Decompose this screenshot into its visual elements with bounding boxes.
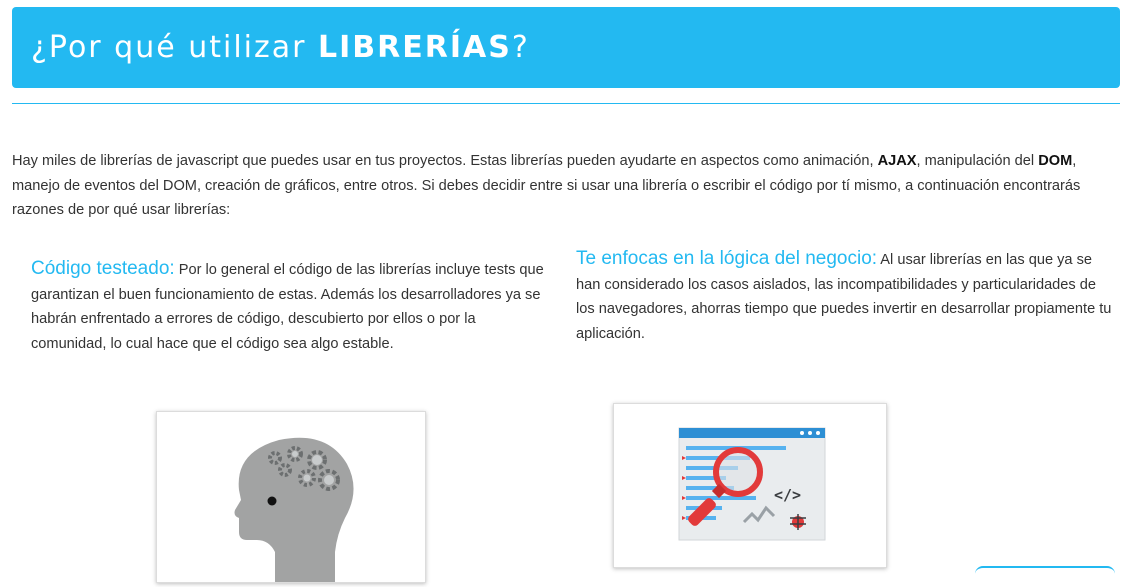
code-tag-label: </> [774,486,801,504]
intro-dom: DOM [1038,153,1073,169]
scroll-top-button-edge[interactable] [975,566,1115,578]
title-bold: LIBRERÍAS [318,30,512,65]
reason-title-business: Te enfocas en la lógica del negocio: [576,248,878,269]
head-gears-icon [234,437,354,582]
title-suffix: ? [511,30,530,65]
intro-text-1: Hay miles de librerías de javascript que… [12,153,878,169]
illustration-card-code: </> [613,403,887,568]
intro-ajax: AJAX [877,153,917,169]
intro-text-2: , manipulación del [916,153,1039,169]
page-title: ¿Por qué utilizar LIBRERÍAS? [31,30,530,65]
header-banner: ¿Por qué utilizar LIBRERÍAS? [12,7,1120,88]
illustration-card-head [156,411,426,583]
code-magnifier-icon: </> [678,427,826,541]
reason-business-logic: Te enfocas en la lógica del negocio: Al … [576,247,1116,346]
reason-title-tested: Código testeado: [31,258,175,279]
reason-tested-code: Código testeado: Por lo general el códig… [31,257,551,356]
title-prefix: ¿Por qué utilizar [31,30,319,65]
header-divider [12,103,1120,104]
intro-paragraph: Hay miles de librerías de javascript que… [12,149,1117,223]
